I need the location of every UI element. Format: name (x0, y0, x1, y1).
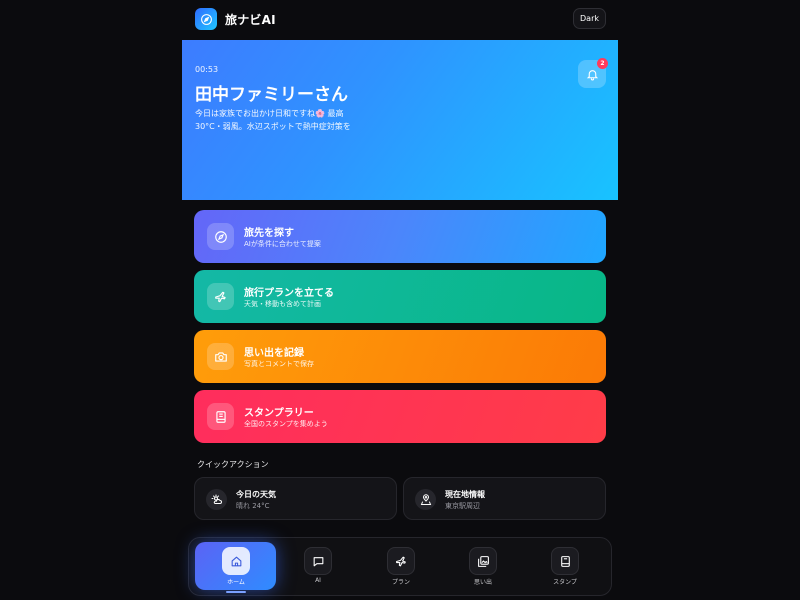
card-subtitle: 写真とコメントで保存 (244, 360, 314, 368)
home-icon (231, 556, 241, 566)
theme-toggle-button[interactable]: Dark (573, 8, 606, 29)
card-stamp-rally[interactable]: スタンプラリー 全国のスタンプを集めよう (194, 390, 606, 443)
nav-item-home[interactable]: ホーム (189, 538, 276, 597)
card-title: スタンプラリー (244, 408, 314, 419)
bell-icon (586, 69, 598, 80)
book-icon (215, 410, 226, 423)
camera-icon (214, 351, 227, 362)
nav-icon-wrap (469, 547, 497, 575)
location-icon (420, 493, 431, 505)
nav-icon-wrap (304, 547, 332, 575)
compass-icon (214, 230, 227, 243)
greeting-message: 今日は家族でお出かけ日和ですね🌸 最高 30°C・弱風。水辺スポットで熱中症対策… (195, 107, 395, 133)
qa-icon-wrap (415, 489, 436, 510)
card-subtitle: 天気・移動も含めて計画 (244, 300, 321, 308)
qa-icon-wrap (206, 489, 227, 510)
compass-icon (200, 13, 212, 25)
bottom-nav: ホーム AI プラン 思い出 スタンプ (188, 537, 612, 596)
greeting-title: 田中ファミリーさん (195, 85, 348, 105)
nav-label: プラン (391, 579, 410, 586)
plane-icon (214, 291, 226, 302)
quick-action-location[interactable]: 現在地情報 東京駅周辺 (403, 477, 606, 520)
card-icon-wrap (207, 283, 234, 310)
nav-icon-wrap (551, 547, 579, 575)
weather-icon (211, 494, 222, 504)
card-icon-wrap (207, 403, 234, 430)
current-time: 00:53 (195, 65, 219, 74)
card-icon-wrap (207, 343, 234, 370)
nav-item-ai[interactable]: AI (278, 538, 358, 597)
nav-item-stamps[interactable]: スタンプ (525, 538, 605, 597)
card-make-plan[interactable]: 旅行プランを立てる 天気・移動も含めて計画 (194, 270, 606, 323)
qa-label: 今日の天気 (236, 490, 276, 499)
greeting-message-line: 30°C・弱風。水辺スポットで熱中症対策を (195, 122, 351, 131)
qa-label: 現在地情報 (445, 490, 485, 499)
nav-label: AI (315, 577, 321, 584)
top-header: 旅ナビAI Dark (0, 0, 800, 40)
quick-actions-heading: クイックアクション (197, 460, 269, 469)
greeting-message-line: 今日は家族でお出かけ日和ですね🌸 最高 (195, 109, 344, 118)
nav-label: ホーム (227, 579, 245, 586)
card-subtitle: 全国のスタンプを集めよう (244, 420, 328, 428)
plane-icon (395, 556, 406, 566)
chat-icon (313, 556, 323, 566)
nav-item-plan[interactable]: プラン (361, 538, 441, 597)
card-subtitle: AIが条件に合わせて提案 (244, 240, 321, 248)
qa-sub: 東京駅周辺 (445, 502, 480, 510)
hero-banner: 00:53 田中ファミリーさん 今日は家族でお出かけ日和ですね🌸 最高 30°C… (182, 40, 618, 200)
notification-badge: 2 (597, 58, 608, 69)
card-title: 旅先を探す (244, 228, 294, 239)
nav-icon-wrap (387, 547, 415, 575)
card-record-memories[interactable]: 思い出を記録 写真とコメントで保存 (194, 330, 606, 383)
nav-label: スタンプ (553, 579, 577, 586)
app-logo[interactable] (195, 8, 217, 30)
card-icon-wrap (207, 223, 234, 250)
qa-sub: 晴れ 24°C (236, 502, 270, 510)
book-icon (560, 555, 570, 567)
gallery-icon (477, 555, 489, 567)
quick-action-weather[interactable]: 今日の天気 晴れ 24°C (194, 477, 397, 520)
nav-icon-wrap (222, 547, 250, 575)
card-title: 思い出を記録 (244, 348, 304, 359)
active-indicator (226, 591, 246, 593)
nav-item-memories[interactable]: 思い出 (443, 538, 523, 597)
nav-label: 思い出 (473, 579, 492, 586)
card-title: 旅行プランを立てる (244, 288, 334, 299)
card-explore-destinations[interactable]: 旅先を探す AIが条件に合わせて提案 (194, 210, 606, 263)
app-title: 旅ナビAI (225, 13, 276, 27)
